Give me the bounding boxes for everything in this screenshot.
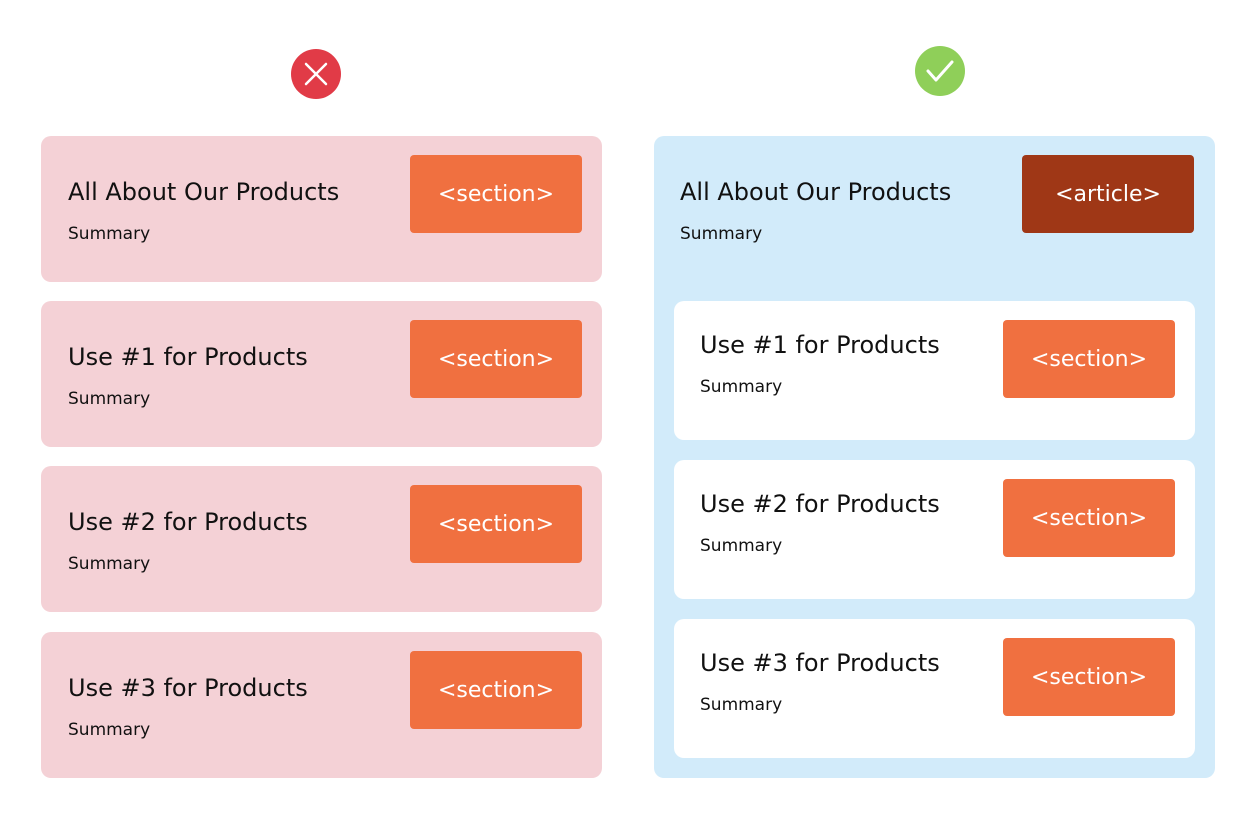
incorrect-card-1: All About Our Products Summary <section> [41, 136, 602, 282]
card-title: Use #3 for Products [68, 674, 308, 702]
card-title: Use #3 for Products [700, 649, 940, 677]
section-tag: <section> [410, 320, 582, 398]
card-summary: Summary [700, 536, 783, 556]
article-tag: <article> [1022, 155, 1194, 233]
nested-section-card-2: Use #2 for Products Summary <section> [674, 460, 1195, 599]
nested-section-card-1: Use #1 for Products Summary <section> [674, 301, 1195, 440]
card-title: Use #2 for Products [68, 508, 308, 536]
article-title: All About Our Products [680, 178, 952, 206]
incorrect-card-2: Use #1 for Products Summary <section> [41, 301, 602, 447]
card-summary: Summary [700, 377, 783, 397]
card-summary: Summary [68, 554, 151, 574]
article-summary: Summary [680, 224, 763, 244]
card-summary: Summary [68, 389, 151, 409]
section-tag: <section> [410, 651, 582, 729]
card-title: Use #1 for Products [700, 331, 940, 359]
section-tag: <section> [410, 155, 582, 233]
card-title: Use #2 for Products [700, 490, 940, 518]
incorrect-card-3: Use #2 for Products Summary <section> [41, 466, 602, 612]
section-tag: <section> [1003, 320, 1175, 398]
article-container: All About Our Products Summary <article>… [654, 136, 1215, 778]
check-circle-icon [915, 46, 965, 96]
card-summary: Summary [68, 720, 151, 740]
nested-section-card-3: Use #3 for Products Summary <section> [674, 619, 1195, 758]
section-tag: <section> [410, 485, 582, 563]
section-tag: <section> [1003, 638, 1175, 716]
card-title: All About Our Products [68, 178, 340, 206]
incorrect-card-4: Use #3 for Products Summary <section> [41, 632, 602, 778]
section-tag: <section> [1003, 479, 1175, 557]
card-title: Use #1 for Products [68, 343, 308, 371]
card-summary: Summary [68, 224, 151, 244]
card-summary: Summary [700, 695, 783, 715]
x-circle-icon [291, 49, 341, 99]
